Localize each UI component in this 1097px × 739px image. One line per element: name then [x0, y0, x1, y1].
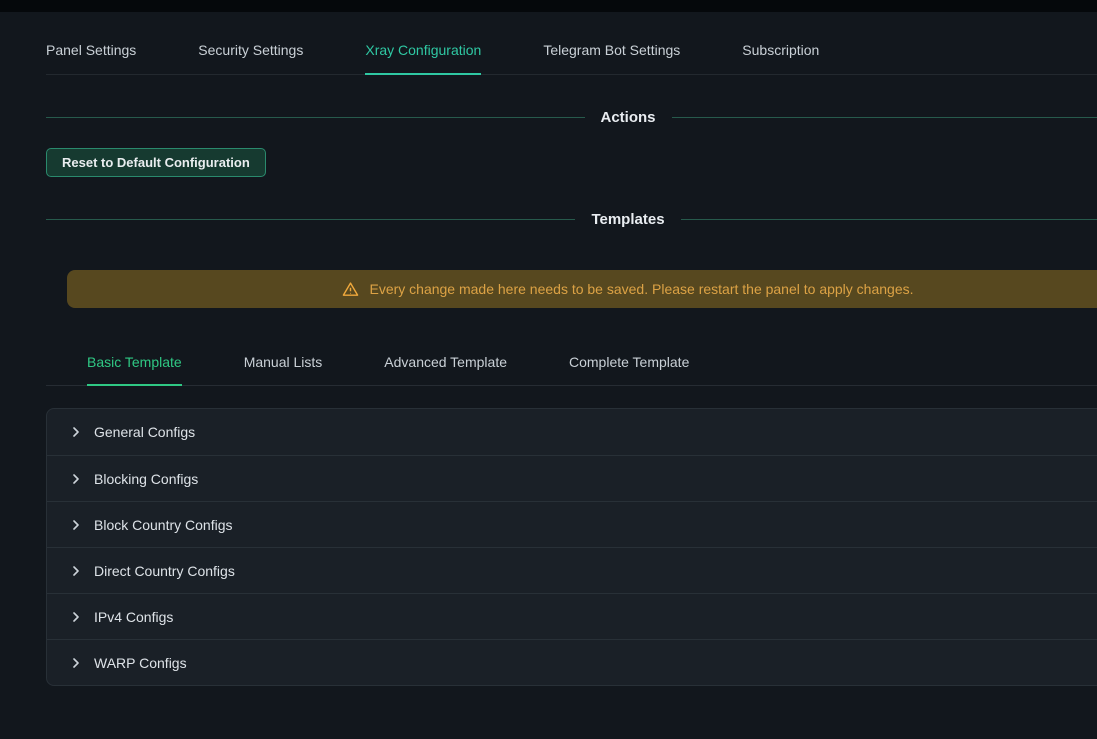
- tab-security-settings[interactable]: Security Settings: [198, 30, 303, 75]
- accordion-item-label: IPv4 Configs: [94, 609, 173, 625]
- tab-telegram-bot-settings[interactable]: Telegram Bot Settings: [543, 30, 680, 75]
- tab-manual-lists[interactable]: Manual Lists: [244, 344, 323, 386]
- chevron-right-icon: [71, 658, 81, 668]
- templates-divider: Templates: [46, 211, 1097, 228]
- accordion-item-label: Block Country Configs: [94, 517, 233, 533]
- tab-subscription[interactable]: Subscription: [742, 30, 819, 75]
- divider-line-right: [672, 117, 1097, 118]
- accordion-item-label: General Configs: [94, 424, 195, 440]
- chevron-right-icon: [71, 427, 81, 437]
- chevron-right-icon: [71, 520, 81, 530]
- tab-panel-settings[interactable]: Panel Settings: [46, 30, 136, 75]
- chevron-right-icon: [71, 474, 81, 484]
- tab-complete-template[interactable]: Complete Template: [569, 344, 689, 386]
- reset-default-config-button[interactable]: Reset to Default Configuration: [46, 148, 266, 177]
- divider-line-right: [681, 219, 1097, 220]
- warning-alert: Every change made here needs to be saved…: [67, 270, 1097, 308]
- accordion-item-block-country-configs[interactable]: Block Country Configs: [47, 501, 1097, 547]
- template-tab-bar: Basic Template Manual Lists Advanced Tem…: [46, 344, 1097, 386]
- templates-section-title: Templates: [591, 211, 664, 228]
- warning-alert-text: Every change made here needs to be saved…: [369, 281, 913, 297]
- accordion-item-blocking-configs[interactable]: Blocking Configs: [47, 455, 1097, 501]
- divider-line-left: [46, 219, 575, 220]
- chevron-right-icon: [71, 566, 81, 576]
- accordion-item-general-configs[interactable]: General Configs: [47, 409, 1097, 455]
- settings-tab-bar: Panel Settings Security Settings Xray Co…: [46, 30, 1097, 75]
- config-accordion: General Configs Blocking Configs Block C…: [46, 408, 1097, 686]
- tab-xray-configuration[interactable]: Xray Configuration: [365, 30, 481, 75]
- actions-section-title: Actions: [601, 109, 656, 126]
- accordion-item-label: WARP Configs: [94, 655, 187, 671]
- tab-advanced-template[interactable]: Advanced Template: [384, 344, 507, 386]
- accordion-item-label: Direct Country Configs: [94, 563, 235, 579]
- accordion-item-direct-country-configs[interactable]: Direct Country Configs: [47, 547, 1097, 593]
- chevron-right-icon: [71, 612, 81, 622]
- accordion-item-label: Blocking Configs: [94, 471, 198, 487]
- divider-line-left: [46, 117, 585, 118]
- tab-basic-template[interactable]: Basic Template: [87, 344, 182, 386]
- accordion-item-warp-configs[interactable]: WARP Configs: [47, 639, 1097, 685]
- actions-divider: Actions: [46, 109, 1097, 126]
- settings-page: Panel Settings Security Settings Xray Co…: [0, 0, 1097, 739]
- warning-triangle-icon: [342, 281, 359, 298]
- settings-content: Panel Settings Security Settings Xray Co…: [46, 30, 1097, 686]
- accordion-item-ipv4-configs[interactable]: IPv4 Configs: [47, 593, 1097, 639]
- top-window-bar: [0, 0, 1097, 12]
